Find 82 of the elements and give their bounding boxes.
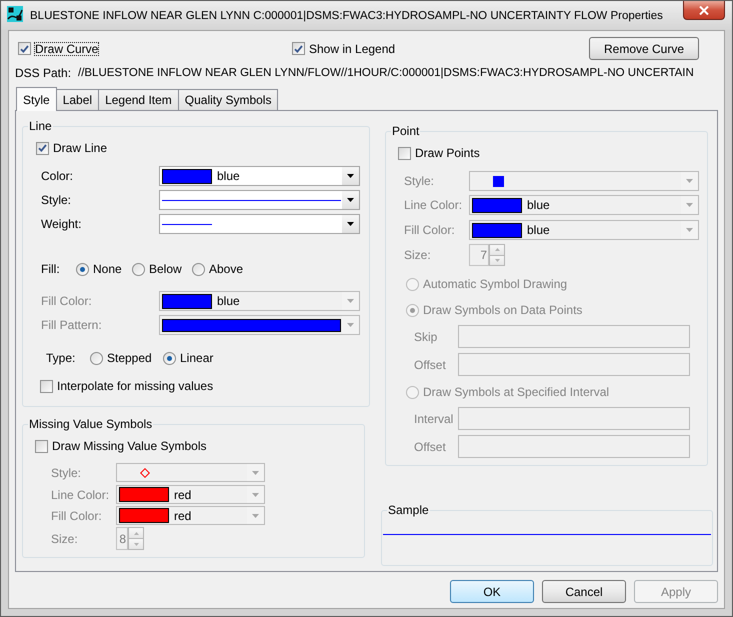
- spin-down-button[interactable]: [128, 539, 144, 550]
- field-label: Fill Color:: [404, 223, 456, 237]
- caret-icon: [347, 222, 354, 226]
- caret-icon: [686, 203, 693, 207]
- radio-button[interactable]: [132, 262, 145, 276]
- caret-icon: [252, 470, 259, 474]
- app-icon: [7, 6, 23, 22]
- caret-icon: [686, 179, 693, 183]
- spin-up-button[interactable]: [128, 527, 144, 539]
- field-label: Color:: [41, 169, 74, 183]
- field-label: Size:: [404, 248, 432, 262]
- radio-label[interactable]: Above: [209, 262, 244, 276]
- window-title: BLUESTONE INFLOW NEAR GLEN LYNN C:000001|DSMS:FWAC3:HYDROSAMPL-NO UNCERTAINTY FLOW Properties: [30, 9, 664, 23]
- field-label: Fill Color:: [41, 294, 93, 308]
- caret-icon: [252, 492, 259, 496]
- field-label: Fill Color:: [51, 508, 103, 522]
- checkbox[interactable]: [35, 440, 48, 452]
- checkbox[interactable]: [36, 142, 49, 154]
- radio-label[interactable]: Below: [149, 262, 182, 276]
- caret-icon: [252, 514, 259, 518]
- close-button[interactable]: [683, 1, 725, 20]
- field-label: Weight:: [41, 217, 82, 231]
- field-label: Fill Pattern:: [41, 318, 103, 332]
- checkbox-label[interactable]: Interpolate for missing values: [57, 379, 214, 393]
- line-style-dropdown[interactable]: [159, 190, 360, 210]
- checkmark-icon: [38, 144, 47, 152]
- dialog-button[interactable]: OK: [450, 580, 534, 603]
- tab[interactable]: Legend Item: [98, 89, 179, 110]
- radio-button[interactable]: [90, 352, 103, 364]
- radio-button[interactable]: [163, 352, 176, 364]
- group-title: Line: [28, 119, 53, 133]
- down-arrow-icon: [494, 258, 500, 262]
- tab[interactable]: Label: [56, 89, 100, 110]
- caret-icon: [347, 299, 354, 303]
- caret-icon: [347, 174, 354, 178]
- checkbox-label[interactable]: Draw Missing Value Symbols: [52, 439, 206, 453]
- group-title: Missing Value Symbols: [28, 417, 154, 431]
- field-label: Line Color:: [404, 198, 464, 212]
- caret-icon: [347, 198, 354, 202]
- field-label: Fill:: [41, 262, 61, 276]
- field-label: Offset: [414, 440, 447, 454]
- checkbox-label[interactable]: Draw Points: [415, 146, 480, 160]
- field-label: Style:: [404, 174, 436, 188]
- color-dropdown[interactable]: blue: [159, 166, 360, 186]
- tab[interactable]: Quality Symbols: [178, 89, 278, 110]
- field-label: Style:: [51, 466, 82, 480]
- spin-up-button[interactable]: [489, 244, 505, 256]
- dialog-button[interactable]: Cancel: [542, 580, 626, 603]
- radio-label[interactable]: None: [93, 262, 122, 276]
- checkbox[interactable]: [398, 146, 411, 160]
- field-label: Size:: [51, 532, 79, 546]
- checkbox[interactable]: [18, 42, 31, 55]
- checkbox[interactable]: [292, 42, 305, 55]
- field-label: Offset: [414, 358, 447, 372]
- field-label: Type:: [46, 351, 76, 365]
- path-text: //BLUESTONE INFLOW NEAR GLEN LYNN/FLOW//1HOUR/C:000001|DSMS:FWAC3:HYDROSAMPL-NO UNCERTAIN: [78, 66, 694, 80]
- field-label: DSS Path:: [15, 66, 72, 80]
- group-title: Sample: [387, 503, 430, 517]
- tab[interactable]: Style: [16, 87, 57, 111]
- field-label: Line Color:: [51, 488, 110, 502]
- spin-down-button[interactable]: [489, 256, 505, 266]
- close-icon: [699, 6, 709, 14]
- caret-icon: [347, 323, 354, 327]
- checkbox-label[interactable]: Draw Curve: [34, 42, 100, 56]
- up-arrow-icon: [134, 532, 138, 534]
- radio-label[interactable]: Linear: [180, 351, 214, 365]
- radio-button[interactable]: [192, 262, 205, 276]
- remove-curve-button[interactable]: Remove Curve: [589, 37, 699, 60]
- up-arrow-icon: [494, 248, 500, 252]
- checkbox-label[interactable]: Draw Line: [53, 141, 108, 155]
- radio-label[interactable]: Stepped: [107, 351, 152, 365]
- field-label: Skip: [414, 330, 438, 344]
- field-label: Interval: [414, 412, 454, 426]
- checkmark-icon: [294, 44, 303, 52]
- field-label: Style:: [41, 193, 72, 207]
- checkmark-icon: [20, 44, 29, 52]
- radio-button[interactable]: [76, 262, 89, 276]
- group-title: Point: [391, 124, 420, 138]
- checkbox[interactable]: [40, 380, 53, 392]
- checkbox-label[interactable]: Show in Legend: [309, 42, 396, 56]
- down-arrow-icon: [134, 542, 138, 546]
- caret-icon: [686, 228, 693, 232]
